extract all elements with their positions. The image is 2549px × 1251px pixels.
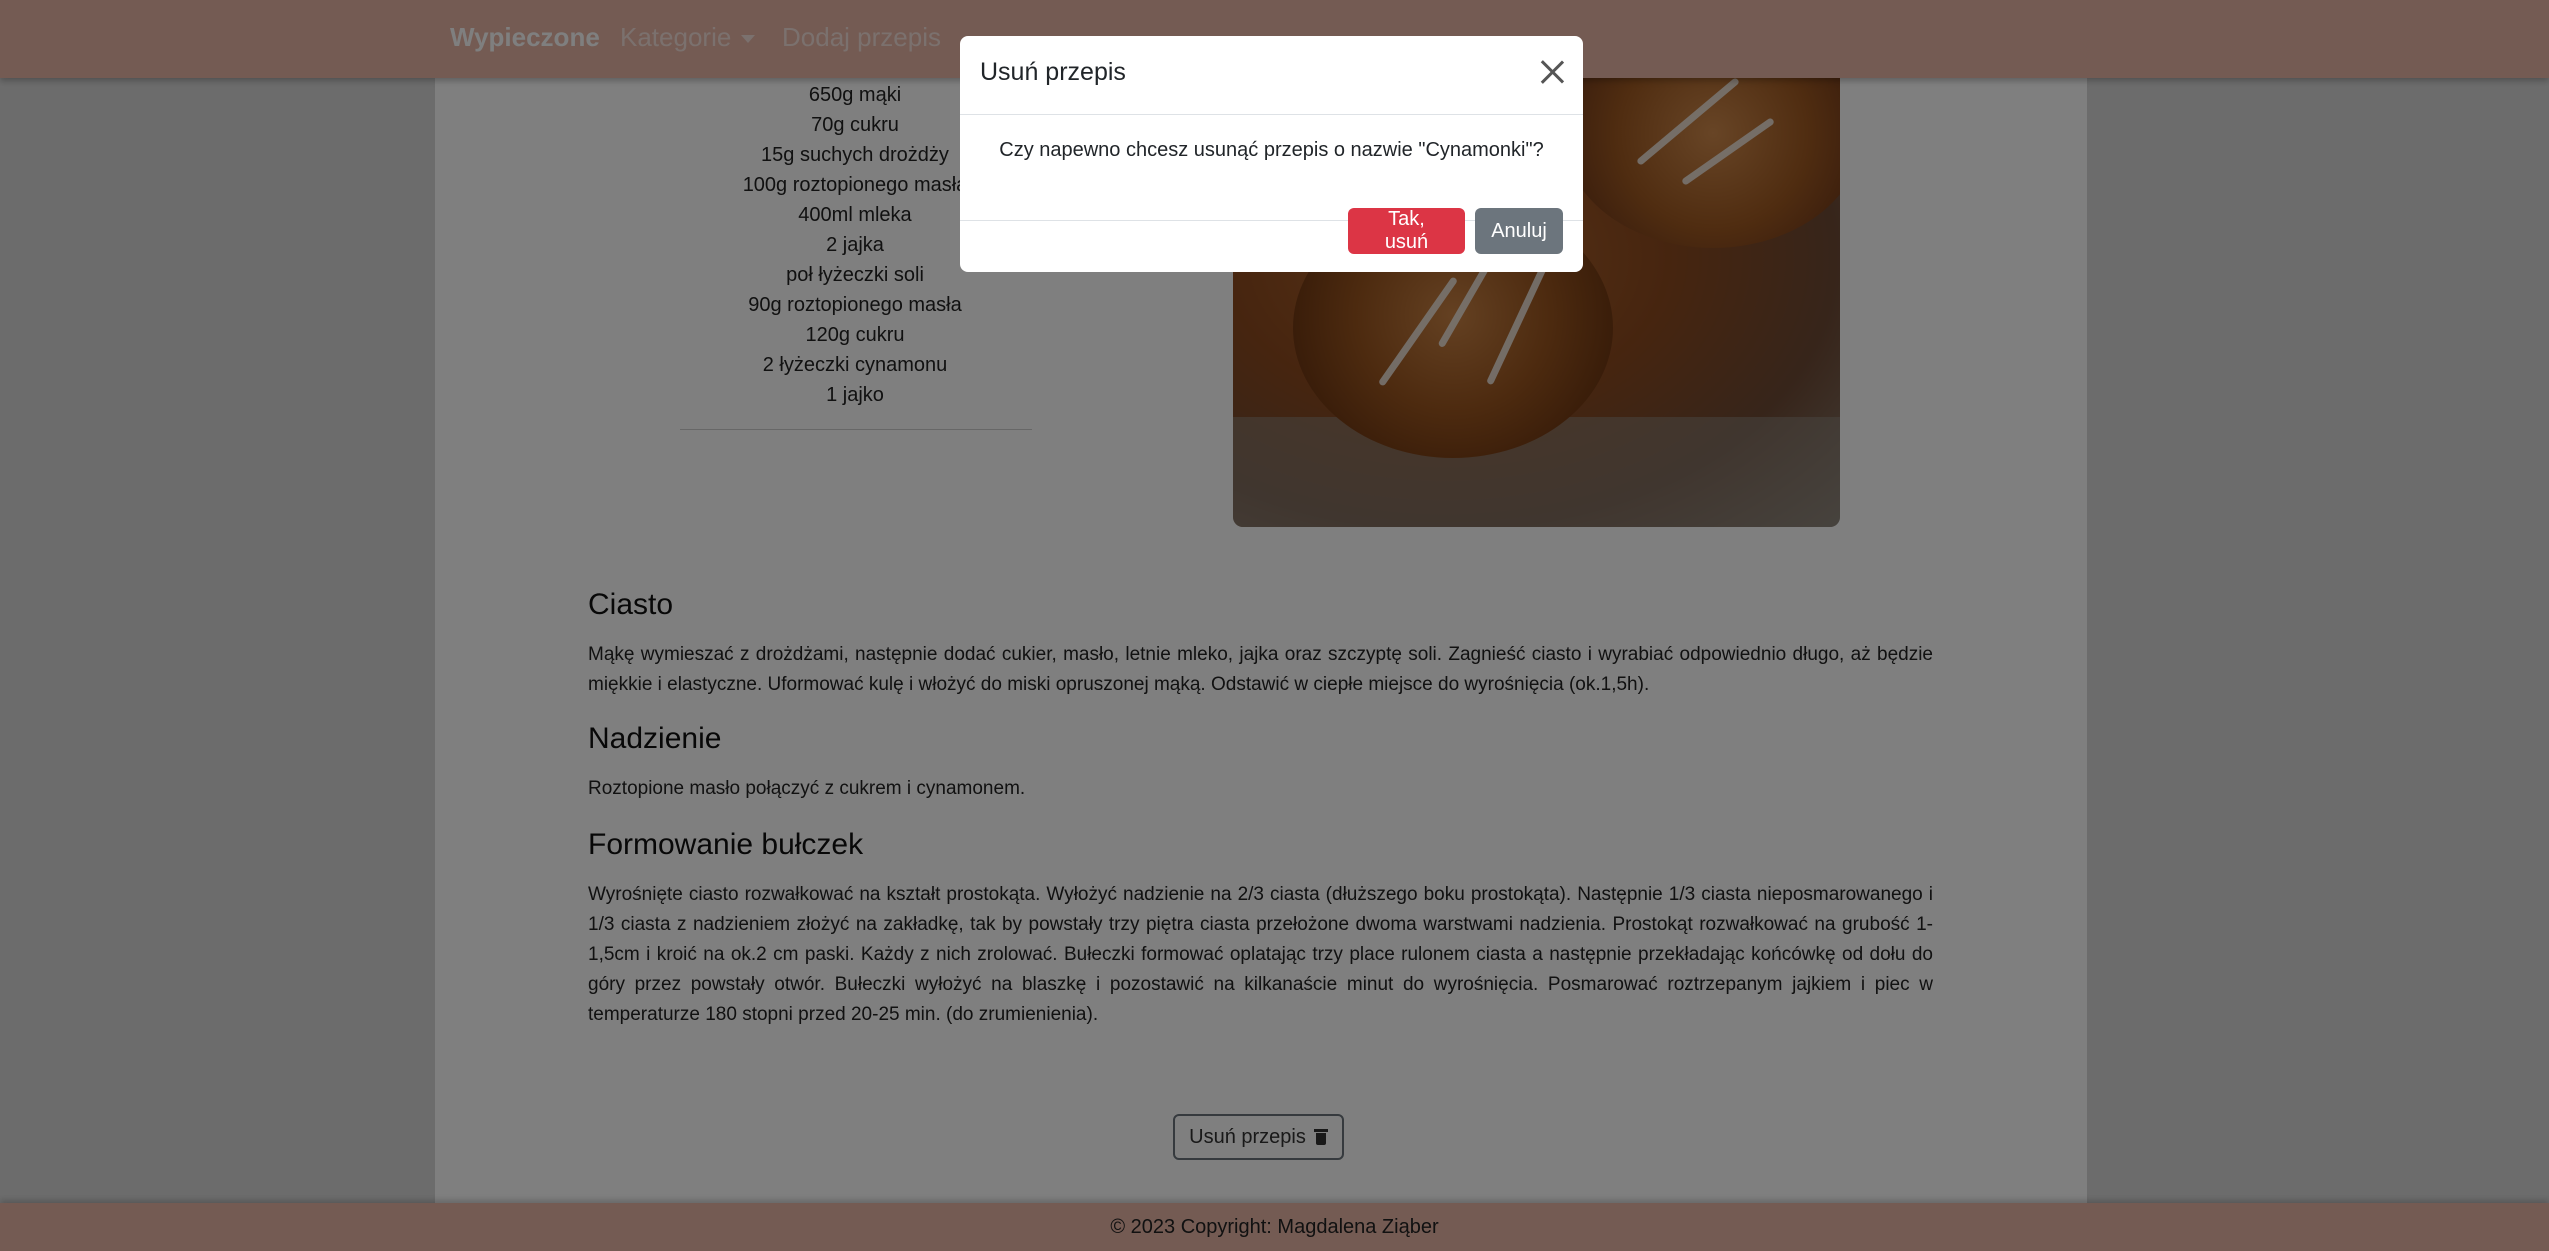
close-icon[interactable] [1539,59,1565,85]
cancel-button[interactable]: Anuluj [1475,208,1563,254]
modal-footer: Tak, usuń Anuluj [960,206,1583,256]
modal-message: Czy napewno chcesz usunąć przepis o nazw… [999,139,1544,161]
modal-title: Usuń przepis [980,58,1126,86]
confirm-delete-button[interactable]: Tak, usuń [1348,208,1465,254]
modal-header: Usuń przepis [960,36,1583,115]
delete-confirm-modal: Usuń przepis Czy napewno chcesz usunąć p… [960,36,1583,272]
